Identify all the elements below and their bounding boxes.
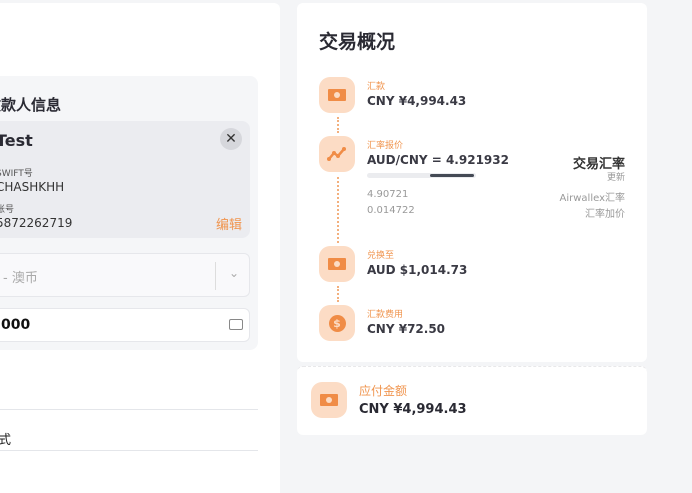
payment-method-label: 式	[0, 433, 12, 448]
rate-update[interactable]: 更新	[607, 170, 625, 183]
step-value: AUD/CNY = 4.921932	[367, 153, 509, 167]
rate-progress-bar	[367, 173, 476, 178]
total-card: 应付金额 CNY ¥4,994.43	[297, 366, 647, 435]
chevron-down-icon[interactable]: ⌄	[229, 266, 239, 280]
recipient-card: Test ✕ SWIFT号 CHASHKHH 账号 5872262719 编辑	[0, 121, 250, 238]
amount-value: 000	[1, 317, 31, 333]
timeline-connector	[337, 286, 339, 302]
swift-value: CHASHKHH	[0, 180, 65, 194]
step-value: CNY ¥72.50	[367, 322, 446, 336]
dollar-coin-icon: $	[319, 305, 355, 341]
divider	[0, 409, 258, 410]
account-label: 账号	[0, 205, 15, 215]
contact-card-icon[interactable]	[229, 319, 243, 330]
airwallex-rate: 4.90721	[367, 189, 409, 200]
step-label: 汇款	[367, 82, 386, 92]
step-label: 兑换至	[367, 251, 395, 261]
money-icon	[311, 382, 347, 418]
recipient-section: 收款人信息 Test ✕ SWIFT号 CHASHKHH 账号 58722627…	[0, 76, 258, 350]
step-value: AUD $1,014.73	[367, 263, 468, 277]
divider	[0, 450, 258, 451]
summary-title: 交易概况	[319, 31, 396, 53]
total-value: CNY ¥4,994.43	[359, 402, 467, 417]
markup: 0.014722	[367, 205, 415, 216]
money-icon	[319, 77, 355, 113]
account-value: 5872262719	[0, 216, 73, 230]
recipient-panel: 收款人信息 Test ✕ SWIFT号 CHASHKHH 账号 58722627…	[0, 3, 280, 493]
currency-select[interactable]: - 澳币 ⌄	[0, 253, 250, 297]
step-label: 汇款费用	[367, 310, 404, 320]
step-value: CNY ¥4,994.43	[367, 94, 467, 108]
select-divider	[215, 262, 216, 290]
transaction-summary: 交易概况 汇款 CNY ¥4,994.43 汇率报价 AUD/CNY = 4.9…	[297, 3, 647, 362]
recipient-name: Test	[0, 131, 33, 150]
airwallex-rate-label: Airwallex汇率	[559, 193, 626, 204]
edit-link[interactable]: 编辑	[216, 214, 242, 233]
timeline-connector	[337, 117, 339, 133]
section-title: 收款人信息	[0, 96, 62, 114]
money-icon	[319, 246, 355, 282]
swift-label: SWIFT号	[0, 169, 33, 179]
amount-input[interactable]: 000	[0, 308, 250, 342]
total-label: 应付金额	[359, 384, 408, 398]
markup-label: 汇率加价	[585, 209, 625, 220]
trend-icon	[319, 136, 355, 172]
timeline-connector	[337, 177, 339, 243]
step-label: 汇率报价	[367, 141, 404, 151]
currency-select-value: - 澳币	[3, 271, 38, 286]
close-icon[interactable]: ✕	[220, 128, 242, 150]
